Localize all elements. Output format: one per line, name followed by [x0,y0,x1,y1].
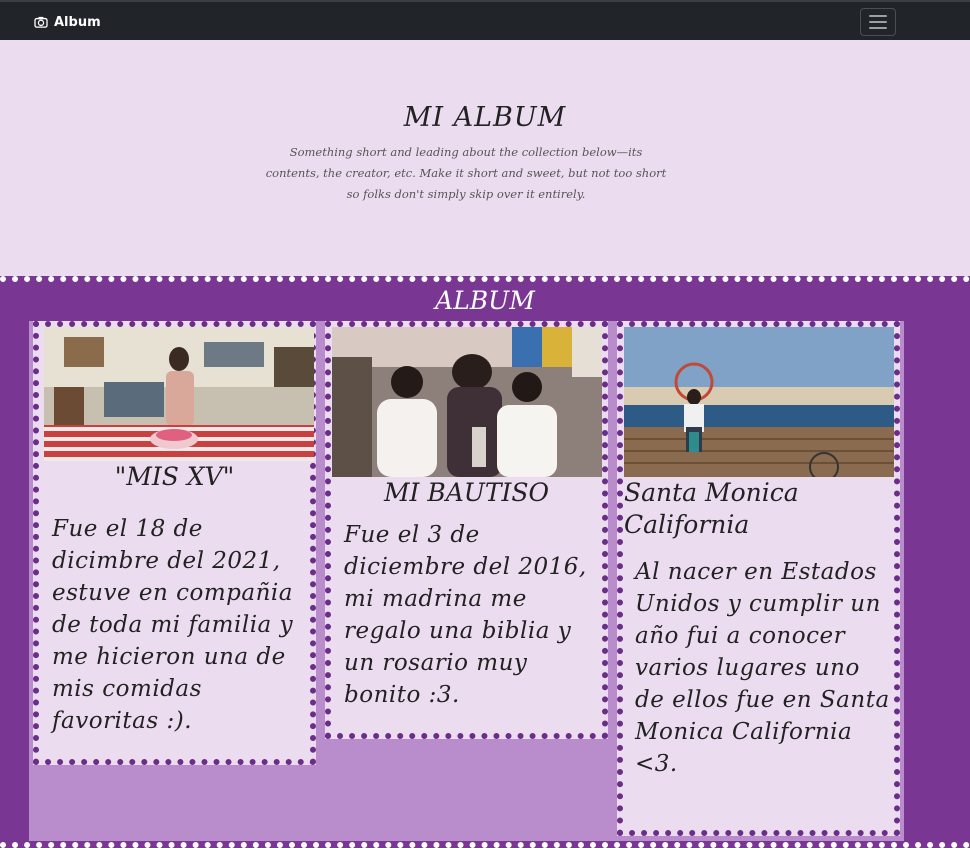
album-card: "MIS XV" Fue el 18 de dicimbre del 2021,… [33,321,316,765]
camera-icon [34,16,48,28]
album-card: Santa Monica California Al nacer en Esta… [617,321,900,836]
hero-lead-text: Something short and leading about the co… [265,145,667,201]
page-title: MI ALBUM [403,102,567,133]
card-title: MI BAUTISO [383,478,550,507]
birthday-party-photo [44,327,314,461]
baptism-photo [332,327,602,477]
album-heading: ALBUM [435,286,535,315]
card-title: Santa Monica California [624,478,799,539]
album-card: MI BAUTISO Fue el 3 de diciembre del 201… [325,321,608,739]
hero-section: MI ALBUM Something short and leading abo… [0,40,970,276]
card-text: Fue el 18 de dicimbre del 2021, estuve e… [52,516,294,734]
card-text: Al nacer en Estados Unidos y cumplir un … [635,559,890,777]
card-text: Fue el 3 de diciembre del 2016, mi madri… [344,522,587,708]
album-section: ALBUM "MIS XV" Fue el 18 de dicimbre del… [0,276,970,848]
navbar: Album [0,0,970,40]
hamburger-menu-icon [869,15,887,17]
navbar-brand[interactable]: Album [34,12,101,32]
santa-monica-pier-photo [624,327,894,477]
navbar-toggler-button[interactable] [860,8,896,36]
album-grid: "MIS XV" Fue el 18 de dicimbre del 2021,… [29,321,904,841]
card-title: "MIS XV" [114,462,235,491]
brand-label: Album [54,14,101,30]
